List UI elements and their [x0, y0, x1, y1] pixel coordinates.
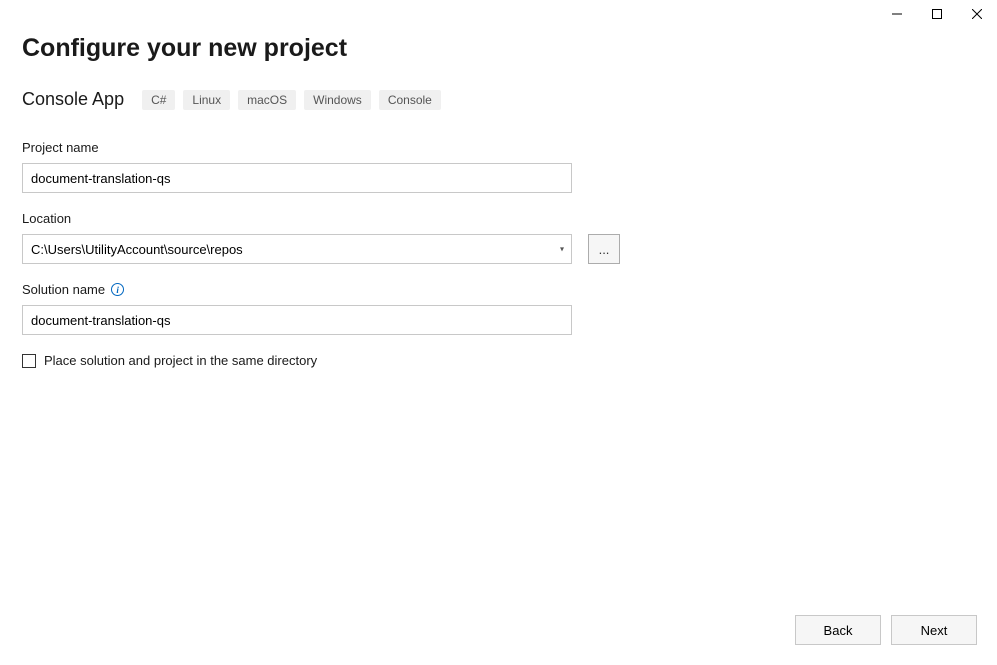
info-icon[interactable]: i [111, 283, 124, 296]
location-group: Location ▾ ... [22, 211, 975, 264]
close-button[interactable] [957, 0, 997, 28]
project-name-group: Project name [22, 140, 975, 193]
location-label: Location [22, 211, 975, 226]
location-combo[interactable]: ▾ [22, 234, 572, 264]
template-name: Console App [22, 89, 124, 110]
maximize-button[interactable] [917, 0, 957, 28]
project-name-input[interactable] [22, 163, 572, 193]
solution-name-label-text: Solution name [22, 282, 105, 297]
back-button[interactable]: Back [795, 615, 881, 645]
subtitle-row: Console App C# Linux macOS Windows Conso… [22, 89, 975, 110]
solution-name-group: Solution name i [22, 282, 975, 335]
project-name-label: Project name [22, 140, 975, 155]
same-directory-row: Place solution and project in the same d… [22, 353, 975, 368]
solution-name-input[interactable] [22, 305, 572, 335]
tag-console: Console [379, 90, 441, 110]
template-tags: C# Linux macOS Windows Console [142, 90, 441, 110]
browse-button[interactable]: ... [588, 234, 620, 264]
next-button[interactable]: Next [891, 615, 977, 645]
tag-linux: Linux [183, 90, 230, 110]
footer-buttons: Back Next [795, 615, 977, 645]
minimize-button[interactable] [877, 0, 917, 28]
window-controls [877, 0, 997, 28]
tag-csharp: C# [142, 90, 175, 110]
tag-macos: macOS [238, 90, 296, 110]
main-content: Configure your new project Console App C… [0, 0, 997, 390]
same-directory-label[interactable]: Place solution and project in the same d… [44, 353, 317, 368]
solution-name-label: Solution name i [22, 282, 975, 297]
page-title: Configure your new project [22, 34, 975, 63]
tag-windows: Windows [304, 90, 371, 110]
location-input[interactable] [22, 234, 572, 264]
same-directory-checkbox[interactable] [22, 354, 36, 368]
